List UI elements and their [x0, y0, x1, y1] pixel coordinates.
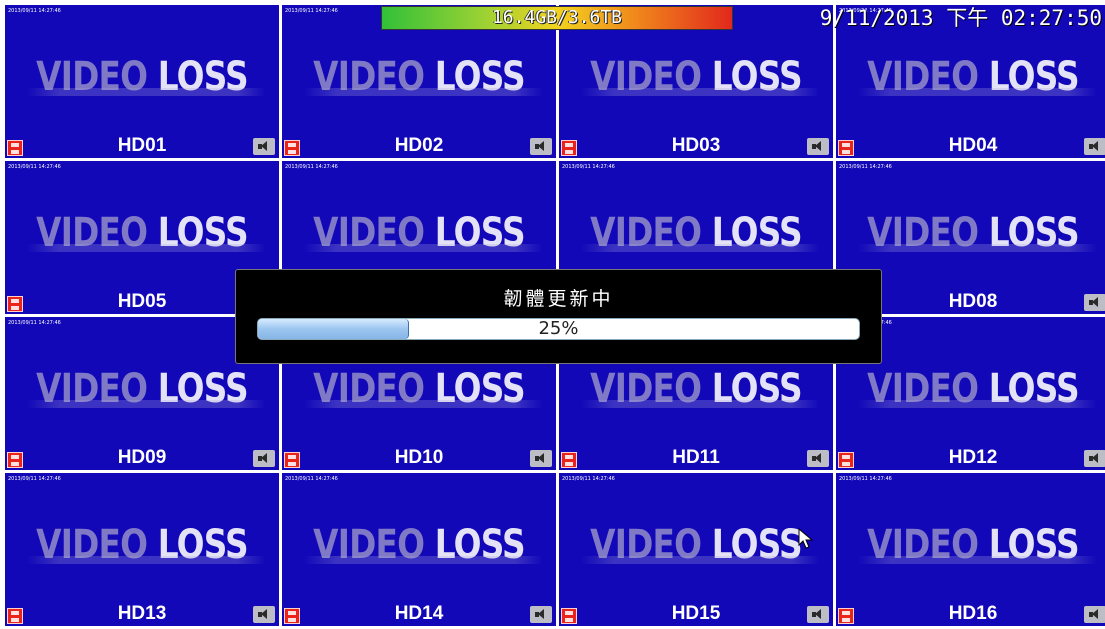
dialog-title: 韌體更新中 — [503, 288, 614, 310]
camera-cell[interactable]: 2013/09/11 14:27:46 VIDEO LOSS HD01 — [5, 5, 279, 158]
video-loss-reflection — [5, 88, 279, 96]
video-loss-reflection — [282, 244, 556, 252]
speaker-icon[interactable] — [1084, 606, 1105, 623]
speaker-icon[interactable] — [253, 606, 275, 623]
video-loss-reflection — [836, 400, 1105, 408]
speaker-icon[interactable] — [1084, 450, 1105, 467]
video-loss-reflection — [559, 88, 833, 96]
channel-label: HD10 — [394, 447, 444, 468]
video-loss-reflection — [5, 244, 279, 252]
channel-label: HD12 — [948, 447, 998, 468]
channel-label: HD15 — [671, 603, 721, 624]
video-loss-reflection — [282, 400, 556, 408]
progress-label: 25% — [538, 318, 579, 339]
channel-label: HD04 — [948, 135, 998, 156]
video-loss-reflection — [282, 556, 556, 564]
camera-cell[interactable]: 2013/09/11 14:27:46 VIDEO LOSS HD15 — [559, 473, 833, 626]
speaker-icon[interactable] — [253, 450, 275, 467]
cell-timestamp: 2013/09/11 14:27:46 — [285, 8, 338, 14]
cell-timestamp: 2013/09/11 14:27:46 — [8, 320, 61, 326]
clock-display: 9/11/2013 下午 02:27:50 — [819, 6, 1102, 30]
cell-timestamp: 2013/09/11 14:27:46 — [285, 164, 338, 170]
speaker-icon[interactable] — [1084, 138, 1105, 155]
hdd-usage-bar: 16.4GB/3.6TB — [381, 6, 733, 30]
cell-timestamp: 2013/09/11 14:27:46 — [8, 164, 61, 170]
camera-cell[interactable]: 2013/09/11 14:27:46 VIDEO LOSS HD16 — [836, 473, 1105, 626]
channel-label: HD02 — [394, 135, 444, 156]
channel-label: HD09 — [117, 447, 167, 468]
cell-timestamp: 2013/09/11 14:27:46 — [8, 476, 61, 482]
camera-cell[interactable]: 2013/09/11 14:27:46 VIDEO LOSS HD14 — [282, 473, 556, 626]
video-loss-reflection — [836, 244, 1105, 252]
video-loss-reflection — [836, 556, 1105, 564]
channel-label: HD11 — [672, 447, 720, 468]
video-loss-reflection — [559, 400, 833, 408]
hdd-usage-label: 16.4GB/3.6TB — [491, 7, 623, 28]
video-loss-reflection — [559, 244, 833, 252]
speaker-icon[interactable] — [530, 606, 552, 623]
speaker-icon[interactable] — [253, 138, 275, 155]
speaker-icon[interactable] — [530, 138, 552, 155]
camera-cell[interactable]: 2013/09/11 14:27:46 VIDEO LOSS HD13 — [5, 473, 279, 626]
video-loss-reflection — [5, 400, 279, 408]
cell-timestamp: 2013/09/11 14:27:46 — [839, 476, 892, 482]
speaker-icon[interactable] — [1084, 294, 1105, 311]
channel-label: HD13 — [117, 603, 167, 624]
channel-label: HD01 — [117, 135, 167, 156]
video-loss-reflection — [559, 556, 833, 564]
cell-timestamp: 2013/09/11 14:27:46 — [839, 164, 892, 170]
speaker-icon[interactable] — [530, 450, 552, 467]
cell-timestamp: 2013/09/11 14:27:46 — [285, 476, 338, 482]
channel-label: HD03 — [671, 135, 721, 156]
channel-label: HD14 — [394, 603, 444, 624]
speaker-icon[interactable] — [807, 606, 829, 623]
speaker-icon[interactable] — [807, 138, 829, 155]
channel-label: HD16 — [948, 603, 998, 624]
cell-timestamp: 2013/09/11 14:27:46 — [562, 164, 615, 170]
video-loss-reflection — [5, 556, 279, 564]
video-loss-reflection — [282, 88, 556, 96]
cell-timestamp: 2013/09/11 14:27:46 — [562, 476, 615, 482]
video-loss-reflection — [836, 88, 1105, 96]
mouse-cursor-icon — [798, 528, 814, 549]
progress-bar: 25% — [257, 318, 860, 340]
cell-timestamp: 2013/09/11 14:27:46 — [8, 8, 61, 14]
firmware-update-dialog: 韌體更新中 25% — [235, 269, 882, 364]
speaker-icon[interactable] — [807, 450, 829, 467]
